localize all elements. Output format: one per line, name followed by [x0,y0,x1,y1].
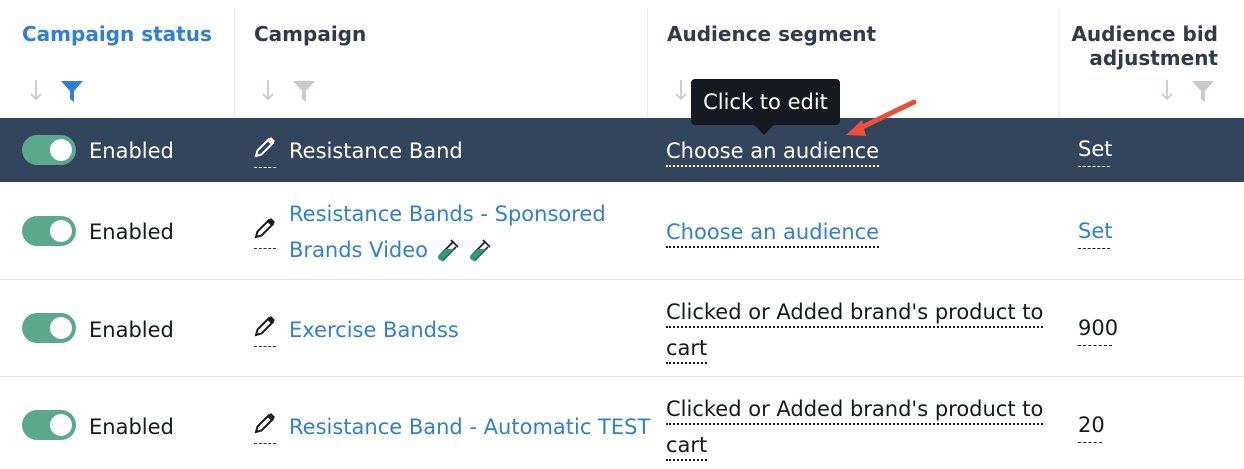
campaign-name[interactable]: Resistance Band - Automatic TEST [289,409,650,445]
status-label: Enabled [89,415,174,439]
filter-icon[interactable] [292,79,316,103]
status-label: Enabled [89,220,174,244]
pencil-icon[interactable] [253,411,277,435]
campaign-name-line2-text: Brands Video [289,238,429,262]
table-row[interactable]: Enabled Resistance Band - Automatic TEST… [0,376,1244,469]
pencil-icon[interactable] [253,314,277,338]
pencil-underline [254,167,276,168]
bid-adjustment[interactable]: Set [1078,216,1112,246]
audience-text-line1: Clicked or Added brand's product to [666,397,1044,425]
audience-segment[interactable]: Clicked or Added brand's product to cart [666,391,1044,463]
bid-underline [1078,345,1112,346]
pencil-underline [254,443,276,444]
tooltip-text: Click to edit [703,90,828,114]
column-title-campaign: Campaign [254,22,367,46]
status-toggle[interactable] [22,313,76,343]
sort-down-icon[interactable] [261,79,275,101]
bid-adjustment[interactable]: 20 [1078,410,1105,440]
campaign-name-line1: Resistance Bands - Sponsored [289,202,606,226]
sort-down-icon[interactable] [1160,79,1174,101]
column-header-status[interactable]: Campaign status [0,8,234,118]
campaign-name[interactable]: Resistance Band [289,133,463,169]
bid-underline [1078,248,1110,249]
table-header: Campaign status Campaign Audience segmen… [0,0,1244,118]
column-header-bid[interactable]: Audience bid adjustment [1059,8,1244,118]
column-header-campaign[interactable]: Campaign [234,8,647,118]
table-row[interactable]: Enabled Resistance Bands - Sponsored Bra… [0,182,1244,279]
status-toggle[interactable] [22,135,76,165]
status-toggle[interactable] [22,216,76,246]
audience-text-line1: Clicked or Added brand's product to [666,300,1044,328]
pencil-icon[interactable] [253,135,277,159]
status-toggle[interactable] [22,410,76,440]
audience-segment[interactable]: Choose an audience [666,214,880,250]
audience-text: Choose an audience [666,220,880,248]
sort-down-icon[interactable] [29,79,43,101]
toggle-knob [50,317,72,339]
column-title-status: Campaign status [22,22,212,46]
audience-segment[interactable]: Clicked or Added brand's product to cart [666,294,1044,366]
bid-adjustment[interactable]: 900 [1078,313,1118,343]
column-title-audience: Audience segment [667,22,877,46]
toggle-knob [50,220,72,242]
status-label: Enabled [89,139,174,163]
campaign-name-line2: Brands Video [289,232,606,268]
campaign-table: Campaign status Campaign Audience segmen… [0,0,1244,469]
toggle-knob [50,414,72,436]
table-row[interactable]: Enabled Resistance Band Choose an audien… [0,118,1244,182]
bid-underline [1078,166,1110,167]
test-tube-icon [437,239,459,261]
audience-text-line2: cart [666,433,708,461]
bid-adjustment[interactable]: Set [1078,134,1112,164]
status-label: Enabled [89,318,174,342]
pencil-underline [254,248,276,249]
test-tube-icon [469,239,491,261]
campaign-name[interactable]: Resistance Bands - Sponsored Brands Vide… [289,196,606,268]
campaign-name[interactable]: Exercise Bandss [289,312,459,348]
pencil-underline [254,346,276,347]
table-row[interactable]: Enabled Exercise Bandss Clicked or Added… [0,279,1244,376]
column-title-bid: Audience bid adjustment [1071,22,1218,70]
pencil-icon[interactable] [253,216,277,240]
filter-icon[interactable] [60,79,84,103]
sort-down-icon[interactable] [674,79,688,101]
tooltip: Click to edit [691,79,840,135]
filter-icon[interactable] [1191,79,1215,103]
column-title-bid-line2: adjustment [1089,46,1218,70]
toggle-knob [50,139,72,161]
audience-text-line2: cart [666,336,708,364]
bid-underline [1078,442,1102,443]
annotation-arrow-icon [846,99,917,136]
column-title-bid-line1: Audience bid [1071,22,1218,46]
